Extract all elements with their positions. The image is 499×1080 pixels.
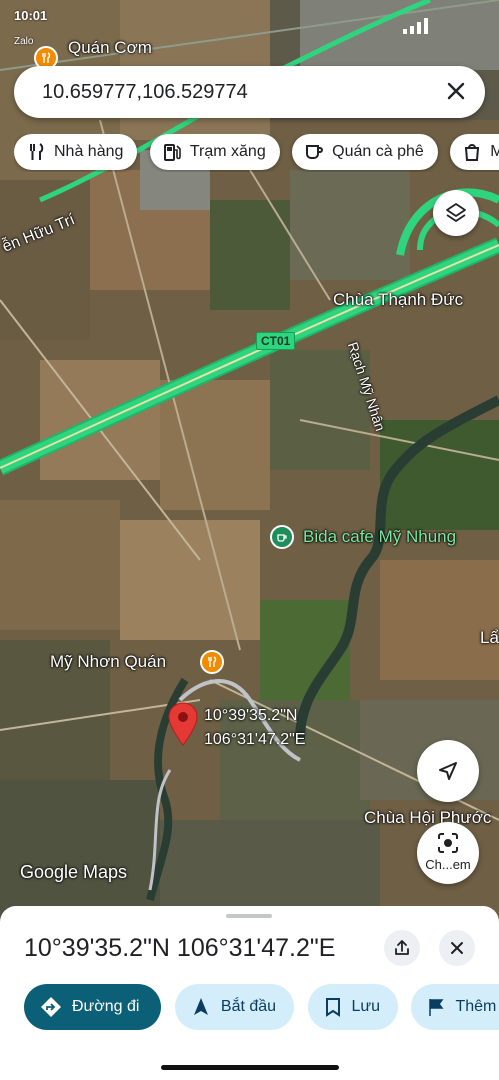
map-label-chua-hoi-phuoc[interactable]: Chùa Hội Phước — [364, 808, 491, 828]
map-label-edge: Lẩ — [480, 628, 499, 647]
shopping-bag-icon — [465, 144, 480, 161]
location-pin-icon[interactable] — [168, 702, 198, 746]
search-query[interactable]: 10.659777,106.529774 — [42, 81, 248, 104]
chip-restaurants[interactable]: Nhà hàng — [14, 134, 138, 170]
navigation-arrow-icon — [439, 762, 457, 780]
pin-longitude: 106°31'47.2"E — [204, 731, 306, 748]
add-label-button[interactable]: Thêm nhãn — [411, 984, 499, 1030]
flag-icon — [429, 999, 444, 1016]
chip-label: Mua sắm — [490, 143, 499, 160]
start-label: Bắt đầu — [220, 998, 277, 1015]
category-chips: Nhà hàng Trạm xăng Quán cà phê Mua sắm — [14, 134, 499, 172]
map-label-bida-cafe[interactable]: Bida cafe Mỹ Nhung — [303, 527, 456, 547]
close-icon[interactable] — [443, 78, 469, 104]
my-location-button[interactable] — [417, 740, 479, 802]
chip-gas-stations[interactable]: Trạm xăng — [149, 134, 280, 170]
place-sheet[interactable]: 10°39'35.2"N 106°31'47.2"E Đường đi Bắt … — [0, 906, 499, 1080]
map-label-my-nhon-quan[interactable]: Mỹ Nhơn Quán — [50, 652, 166, 672]
signal-icon — [403, 18, 428, 34]
chip-coffee[interactable]: Quán cà phê — [292, 134, 438, 170]
share-icon — [395, 940, 409, 955]
road-shield-ct01: CT01 — [256, 332, 296, 350]
lens-button-label: Ch...em — [425, 857, 471, 872]
map-label-chua-thanh-duc[interactable]: Chùa Thạnh Đức — [333, 290, 463, 310]
save-label: Lưu — [351, 998, 381, 1015]
pin-latitude: 10°39'35.2"N — [204, 707, 298, 724]
layers-icon — [446, 203, 466, 222]
directions-icon — [41, 997, 61, 1017]
close-icon — [451, 942, 463, 954]
bookmark-icon — [325, 998, 340, 1017]
gas-station-icon — [163, 144, 181, 161]
restaurant-poi-icon[interactable] — [200, 650, 224, 674]
chip-label: Trạm xăng — [189, 143, 266, 160]
lens-button[interactable]: Ch...em — [417, 822, 479, 884]
chip-label: Nhà hàng — [54, 143, 124, 160]
directions-button[interactable]: Đường đi — [24, 984, 162, 1030]
add-label-label: Thêm nhãn — [455, 998, 499, 1015]
home-indicator — [161, 1065, 339, 1070]
sheet-drag-handle[interactable] — [226, 914, 272, 918]
directions-label: Đường đi — [72, 998, 140, 1015]
status-sub-label: Zalo — [14, 36, 34, 47]
lens-icon — [438, 833, 458, 853]
start-button[interactable]: Bắt đầu — [174, 984, 295, 1030]
cafe-poi-icon[interactable] — [270, 525, 294, 549]
status-time: 10:01 — [14, 8, 48, 23]
sheet-close-button[interactable] — [439, 930, 475, 966]
coffee-icon — [306, 145, 324, 159]
google-maps-attribution: Google Maps — [20, 862, 128, 882]
pin-coordinates-label: 10°39'35.2"N 106°31'47.2"E — [204, 704, 305, 752]
chip-shopping[interactable]: Mua sắm — [450, 134, 499, 170]
save-button[interactable]: Lưu — [307, 984, 399, 1030]
layers-button[interactable] — [433, 190, 479, 236]
sheet-coordinates-title: 10°39'35.2"N 106°31'47.2"E — [24, 934, 336, 962]
chip-label: Quán cà phê — [332, 143, 424, 160]
fork-knife-icon — [30, 143, 44, 160]
navigation-arrow-icon — [193, 998, 208, 1015]
search-bar[interactable]: 10.659777,106.529774 — [14, 66, 485, 118]
map-label-quan-com[interactable]: Quán Cơm — [68, 38, 152, 58]
action-buttons: Đường đi Bắt đầu Lưu Thêm nhãn — [24, 984, 499, 1032]
share-button[interactable] — [384, 930, 420, 966]
